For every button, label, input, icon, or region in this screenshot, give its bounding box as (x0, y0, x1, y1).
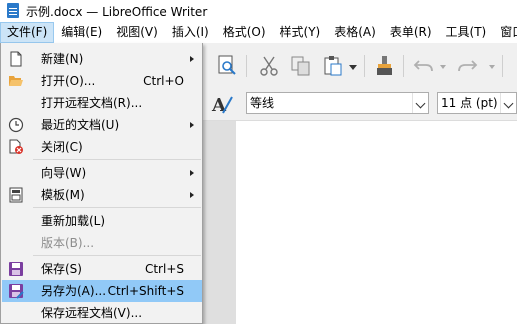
cut-icon[interactable] (258, 55, 280, 77)
file-menu-new-label: 新建(N) (41, 52, 84, 66)
libreoffice-writer-window: 示例.docx — LibreOffice Writer 文件(F) 编辑(E)… (0, 0, 517, 324)
menu-view[interactable]: 视图(V) (109, 22, 165, 43)
open-folder-icon (9, 76, 23, 86)
file-menu-close-label: 关闭(C) (41, 140, 83, 154)
submenu-arrow-icon (190, 170, 194, 176)
clock-icon (8, 117, 24, 133)
menu-edit[interactable]: 编辑(E) (54, 22, 109, 43)
menu-window[interactable]: 窗口 (493, 22, 517, 43)
toolbar-separator (403, 55, 404, 77)
document-page[interactable] (236, 121, 517, 324)
toolbar-separator (246, 55, 247, 77)
menu-bar: 文件(F) 编辑(E) 视图(V) 插入(I) 格式(O) 样式(Y) 表格(A… (0, 22, 517, 43)
save-as-icon (9, 284, 24, 299)
submenu-arrow-icon (190, 56, 194, 62)
file-menu-save-as-shortcut: Ctrl+Shift+S (107, 284, 184, 298)
paste-dropdown-icon[interactable] (349, 65, 357, 70)
file-menu-close[interactable]: 关闭(C) (2, 136, 202, 158)
menu-separator (33, 159, 201, 160)
file-menu-dropdown: 新建(N) 打开(O)... Ctrl+O 打开远程文档(R)... 最近的文档… (0, 43, 203, 324)
print-preview-icon[interactable] (216, 55, 238, 77)
menu-file[interactable]: 文件(F) (0, 22, 55, 43)
submenu-arrow-icon (190, 122, 194, 128)
file-menu-new[interactable]: 新建(N) (2, 48, 202, 70)
file-menu-open-shortcut: Ctrl+O (143, 74, 184, 88)
menu-form[interactable]: 表单(R) (383, 22, 439, 43)
file-menu-save-shortcut: Ctrl+S (144, 262, 184, 276)
font-name-combobox[interactable]: 等线 (246, 92, 429, 114)
title-bar: 示例.docx — LibreOffice Writer (0, 0, 517, 22)
font-name-value: 等线 (250, 96, 275, 110)
close-document-icon (9, 139, 23, 154)
menu-tools[interactable]: 工具(T) (439, 22, 494, 43)
chevron-down-icon[interactable] (500, 93, 516, 113)
toolbar-separator (502, 55, 503, 77)
file-menu-open-remote-label: 打开远程文档(R)... (41, 96, 143, 110)
file-menu-save-as[interactable]: 另存为(A)... Ctrl+Shift+S (2, 280, 202, 302)
font-size-value: 11 点 (pt) (441, 96, 498, 110)
clone-formatting-icon[interactable] (374, 55, 396, 77)
menu-styles[interactable]: 样式(Y) (273, 22, 328, 43)
font-size-combobox[interactable]: 11 点 (pt) (437, 92, 517, 114)
file-menu-save-as-label: 另存为(A)... (41, 284, 107, 298)
file-menu-versions: 版本(B)... (2, 232, 202, 254)
submenu-arrow-icon (190, 192, 194, 198)
update-style-icon[interactable]: A (210, 93, 234, 115)
menu-separator (33, 207, 201, 208)
file-menu-wizards[interactable]: 向导(W) (2, 162, 202, 184)
file-menu-open-remote[interactable]: 打开远程文档(R)... (2, 92, 202, 114)
file-menu-open-label: 打开(O)... (41, 74, 96, 88)
template-icon (9, 187, 23, 203)
writer-document-icon (6, 3, 20, 19)
file-menu-templates-label: 模板(M) (41, 188, 85, 202)
file-menu-save-remote[interactable]: 保存远程文档(V)... (2, 302, 202, 324)
file-menu-open[interactable]: 打开(O)... Ctrl+O (2, 70, 202, 92)
menu-format[interactable]: 格式(O) (216, 22, 273, 43)
chevron-down-icon[interactable] (412, 93, 428, 113)
file-menu-wizards-label: 向导(W) (41, 166, 87, 180)
file-menu-reload-label: 重新加载(L) (41, 214, 106, 228)
menu-insert[interactable]: 插入(I) (165, 22, 216, 43)
toolbar-separator (364, 55, 365, 77)
file-menu-save[interactable]: 保存(S) Ctrl+S (2, 258, 202, 280)
redo-icon[interactable] (456, 55, 478, 77)
paste-icon[interactable] (322, 55, 344, 77)
new-document-icon (10, 51, 22, 67)
window-title: 示例.docx — LibreOffice Writer (26, 4, 208, 19)
file-menu-recent[interactable]: 最近的文档(U) (2, 114, 202, 136)
file-menu-versions-label: 版本(B)... (41, 236, 95, 250)
menu-table[interactable]: 表格(A) (327, 22, 383, 43)
undo-icon[interactable] (413, 55, 435, 77)
file-menu-save-label: 保存(S) (41, 262, 82, 276)
copy-icon[interactable] (290, 55, 312, 77)
undo-dropdown-icon[interactable] (440, 65, 446, 69)
file-menu-reload[interactable]: 重新加载(L) (2, 210, 202, 232)
redo-dropdown-icon[interactable] (489, 65, 495, 69)
save-icon (9, 262, 23, 276)
file-menu-save-remote-label: 保存远程文档(V)... (41, 306, 143, 320)
file-menu-recent-label: 最近的文档(U) (41, 118, 120, 132)
menu-separator (33, 255, 201, 256)
file-menu-templates[interactable]: 模板(M) (2, 184, 202, 206)
